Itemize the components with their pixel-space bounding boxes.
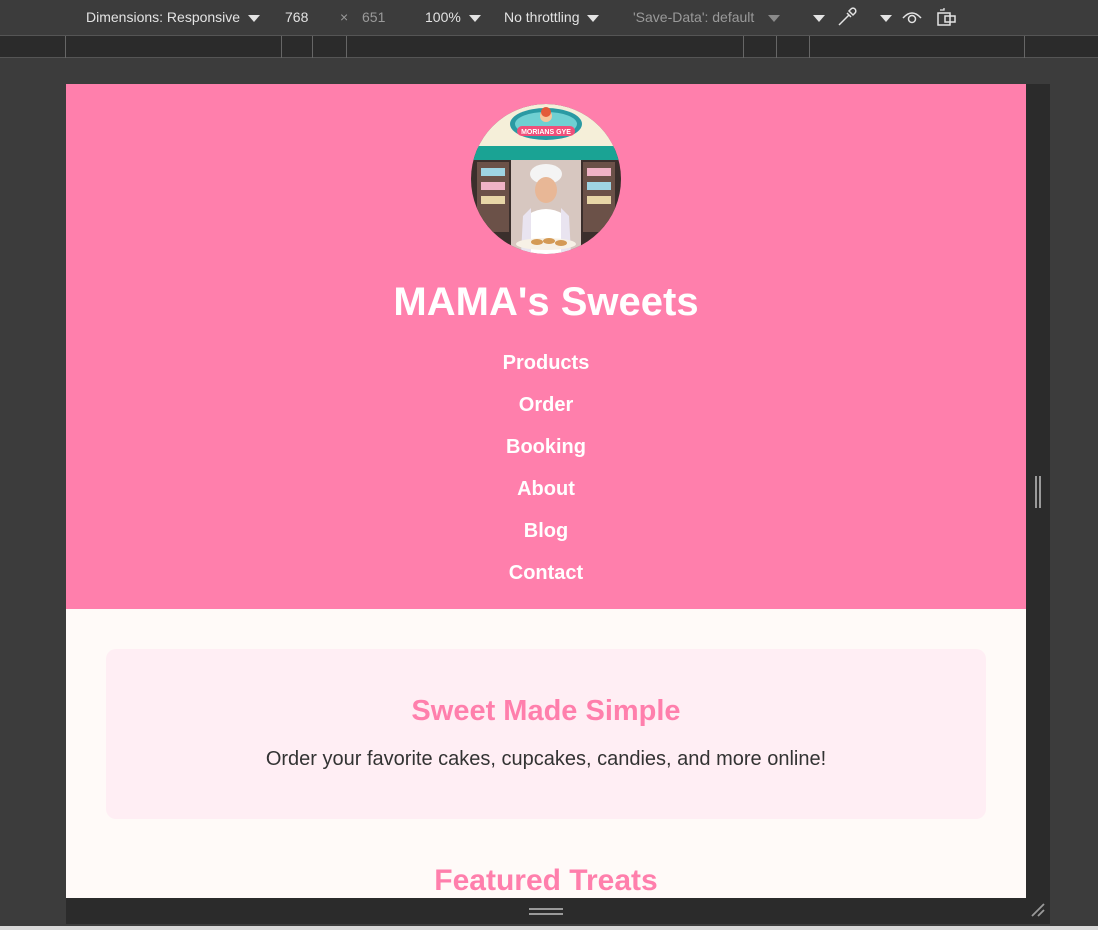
chevron-down-icon	[248, 14, 261, 22]
resize-corner-icon[interactable]	[1028, 900, 1046, 918]
zoom-label: 100%	[425, 9, 461, 25]
width-value: 768	[285, 9, 309, 25]
nav-link-booking[interactable]: Booking	[66, 434, 1026, 476]
height-value: 651	[362, 9, 386, 25]
dimensions-dropdown[interactable]: Dimensions: Responsive	[86, 9, 261, 25]
nav-link-order[interactable]: Order	[66, 392, 1026, 434]
chevron-down-icon	[880, 14, 892, 22]
save-data-label: 'Save-Data': default	[633, 9, 755, 25]
resize-handle-bottom[interactable]	[529, 906, 563, 916]
dimensions-label: Dimensions: Responsive	[86, 9, 241, 25]
nav-link-blog[interactable]: Blog	[66, 518, 1026, 560]
hero-heading: Sweet Made Simple	[411, 695, 681, 727]
chevron-down-icon	[587, 14, 600, 22]
ruler-tick	[312, 36, 313, 58]
hero-banner: Sweet Made Simple Order your favorite ca…	[106, 649, 986, 819]
width-input[interactable]: 768	[285, 9, 308, 25]
page-viewport: MORIANS GYE MAMA's Sweets Products Order…	[66, 84, 1026, 898]
nav-link-products[interactable]: Products	[66, 350, 1026, 392]
eyedropper-icon[interactable]	[836, 6, 858, 31]
eyedropper-dropdown[interactable]	[872, 9, 892, 25]
more-options-dropdown[interactable]	[805, 9, 825, 25]
close-icon: ×	[340, 9, 349, 25]
zoom-dropdown[interactable]: 100%	[425, 9, 481, 25]
save-data-dropdown[interactable]: 'Save-Data': default	[633, 9, 781, 25]
shop-logo-image: MORIANS GYE	[471, 104, 621, 254]
swap-dimensions-button[interactable]: ×	[340, 9, 348, 25]
ruler-tick	[809, 36, 810, 58]
ruler-tick	[1024, 36, 1025, 58]
chevron-down-icon	[813, 14, 825, 22]
ruler-tick	[743, 36, 744, 58]
height-input[interactable]: 651	[362, 9, 385, 25]
devtools-device-toolbar: Dimensions: Responsive 768 × 651 100% No…	[0, 0, 1098, 36]
site-header: MORIANS GYE MAMA's Sweets Products Order…	[66, 84, 1026, 609]
chevron-down-icon	[768, 14, 781, 22]
resize-handle-right[interactable]	[1034, 476, 1042, 508]
featured-treats-heading: Featured Treats	[434, 864, 658, 897]
ruler-tick	[65, 36, 66, 58]
nav-link-contact[interactable]: Contact	[66, 560, 1026, 602]
ruler-tick	[346, 36, 347, 58]
chevron-down-icon	[468, 14, 481, 22]
ruler-tick	[281, 36, 282, 58]
media-query-ruler[interactable]	[0, 36, 1098, 58]
main-nav: Products Order Booking About Blog Contac…	[66, 350, 1026, 602]
window-bottom-edge	[0, 926, 1098, 930]
throttling-dropdown[interactable]: No throttling	[504, 9, 600, 25]
site-title: MAMA's Sweets	[393, 280, 699, 324]
nav-link-about[interactable]: About	[66, 476, 1026, 518]
vision-deficiency-icon[interactable]	[901, 6, 923, 31]
ruler-tick	[776, 36, 777, 58]
hero-text: Order your favorite cakes, cupcakes, can…	[265, 748, 827, 770]
rotate-icon[interactable]	[936, 6, 958, 31]
throttling-label: No throttling	[504, 9, 580, 25]
logo-sign-text: MORIANS GYE	[521, 129, 571, 136]
